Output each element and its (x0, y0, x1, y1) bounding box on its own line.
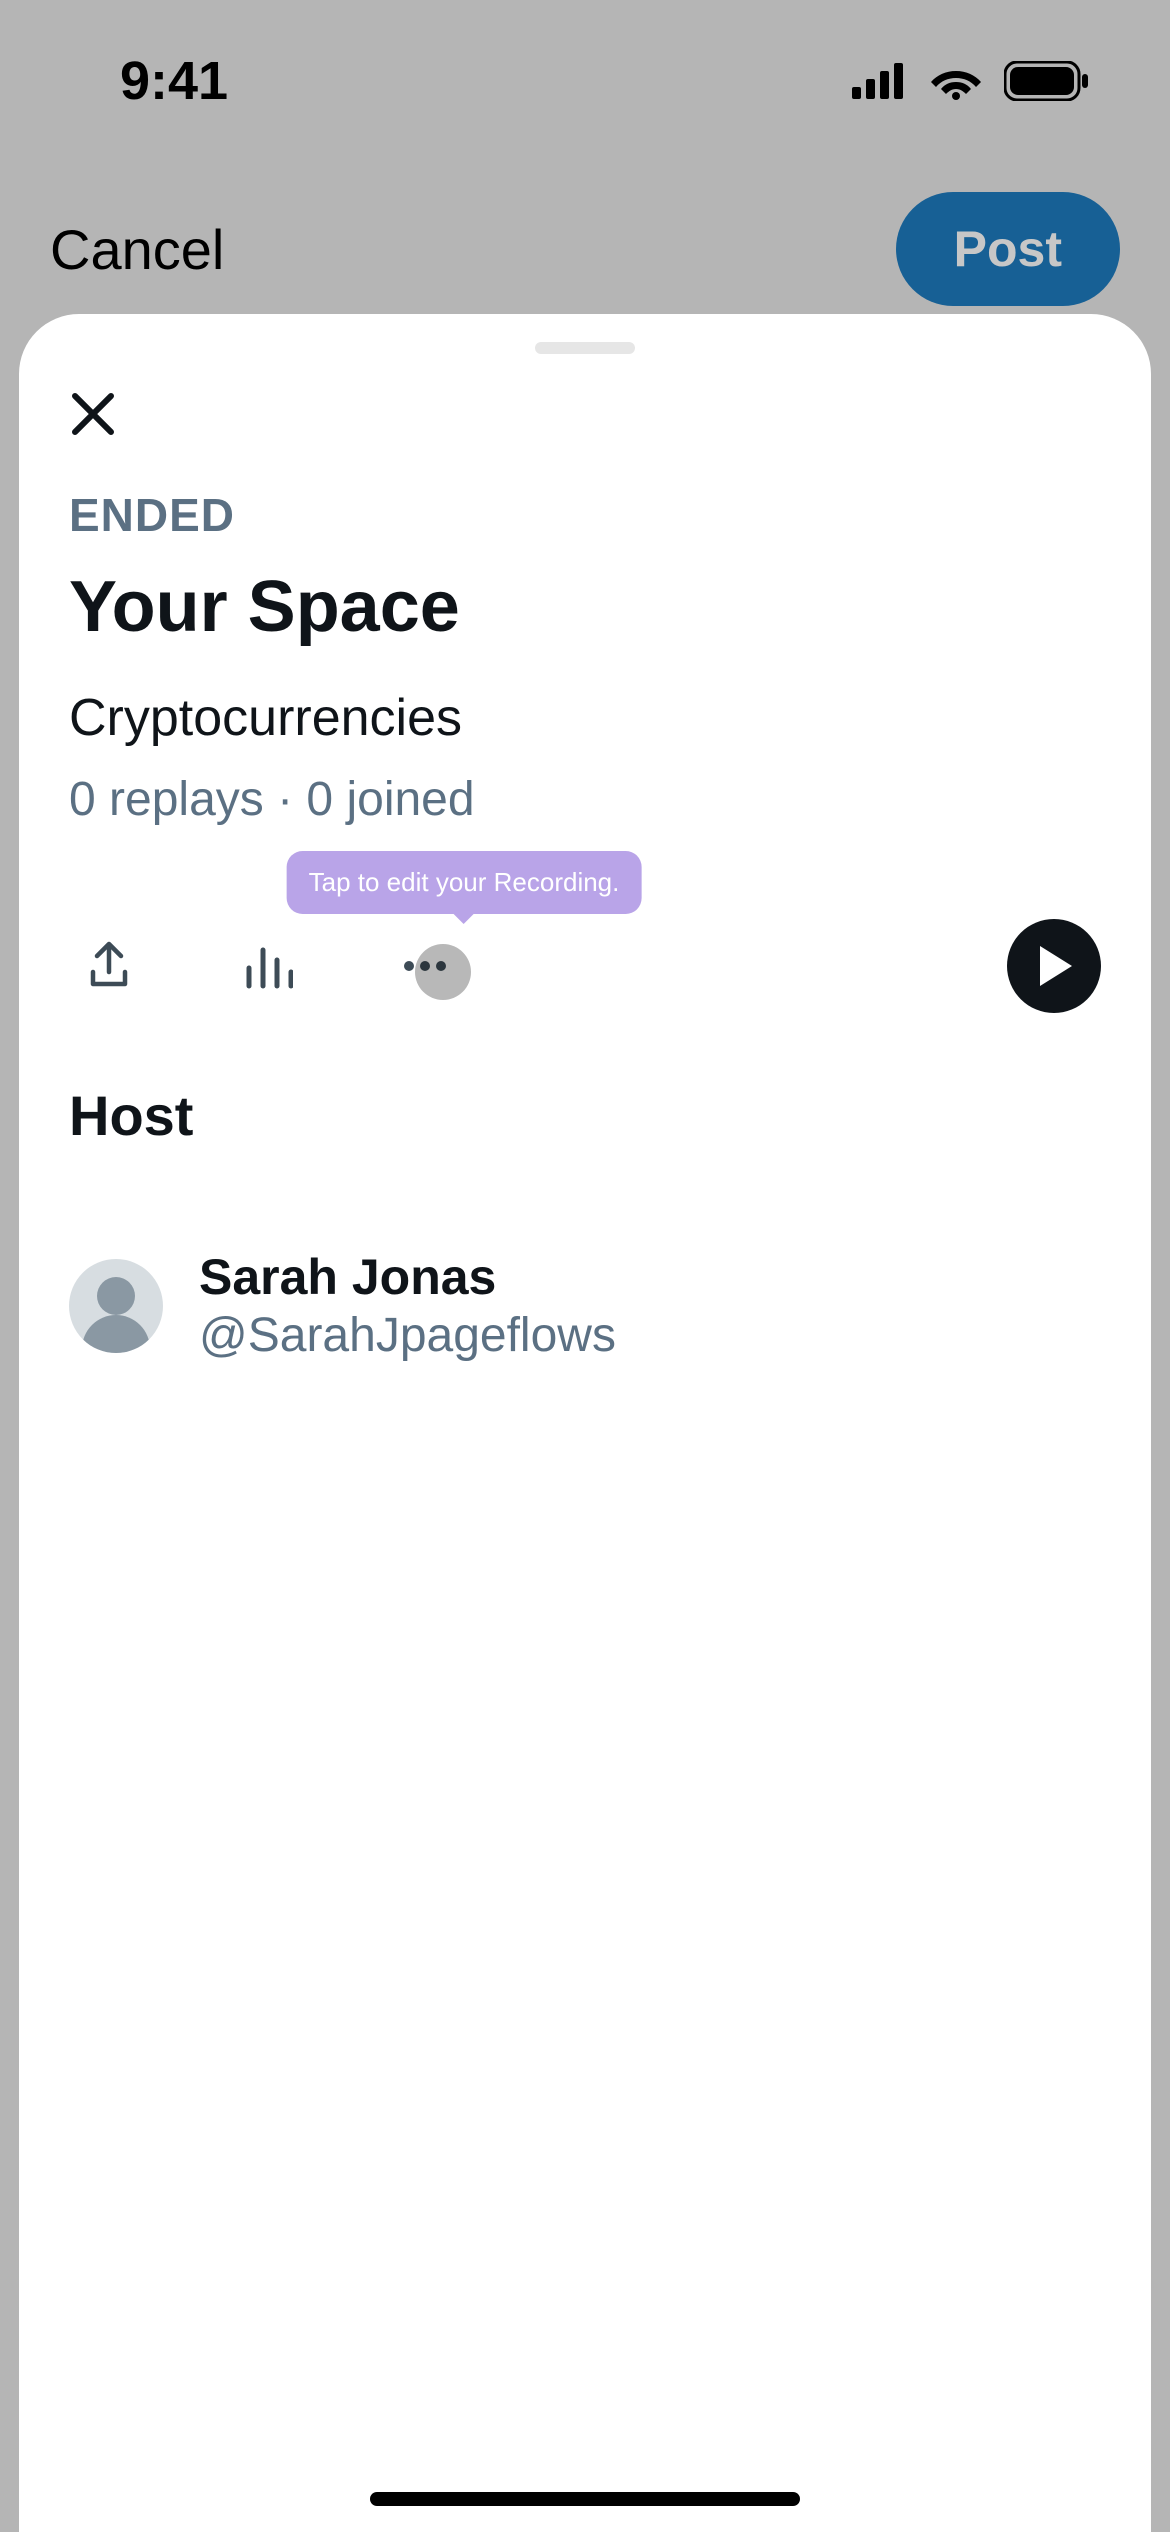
status-icons (852, 61, 1090, 101)
host-row[interactable]: Sarah Jonas @SarahJpageflows (69, 1248, 1101, 1363)
tap-highlight (415, 944, 471, 1000)
space-topic: Cryptocurrencies (69, 688, 1101, 748)
close-button[interactable] (61, 382, 125, 446)
host-avatar (69, 1259, 163, 1353)
battery-icon (1004, 61, 1090, 101)
close-icon (69, 390, 117, 438)
cellular-icon (852, 63, 908, 99)
host-section-label: Host (69, 1083, 1101, 1148)
space-meta: 0 replays · 0 joined (69, 772, 1101, 827)
status-bar: 9:41 (0, 0, 1170, 112)
share-icon (83, 940, 135, 992)
wifi-icon (930, 62, 982, 100)
play-icon (1036, 946, 1072, 986)
space-sheet: ENDED Your Space Cryptocurrencies 0 repl… (19, 314, 1151, 2532)
host-name: Sarah Jonas (199, 1248, 616, 1306)
analytics-icon (241, 940, 293, 992)
post-button[interactable]: Post (896, 192, 1120, 306)
status-time: 9:41 (120, 50, 228, 112)
cancel-button[interactable]: Cancel (50, 217, 224, 282)
action-row: Tap to edit your Recording. (69, 919, 1101, 1013)
share-button[interactable] (69, 926, 149, 1006)
home-indicator[interactable] (370, 2492, 800, 2506)
edit-recording-tooltip: Tap to edit your Recording. (287, 851, 642, 914)
host-handle: @SarahJpageflows (199, 1308, 616, 1363)
space-title: Your Space (69, 566, 1101, 648)
sheet-grabber[interactable] (535, 342, 635, 354)
space-status: ENDED (69, 488, 1101, 542)
play-button[interactable] (1007, 919, 1101, 1013)
analytics-button[interactable] (227, 926, 307, 1006)
